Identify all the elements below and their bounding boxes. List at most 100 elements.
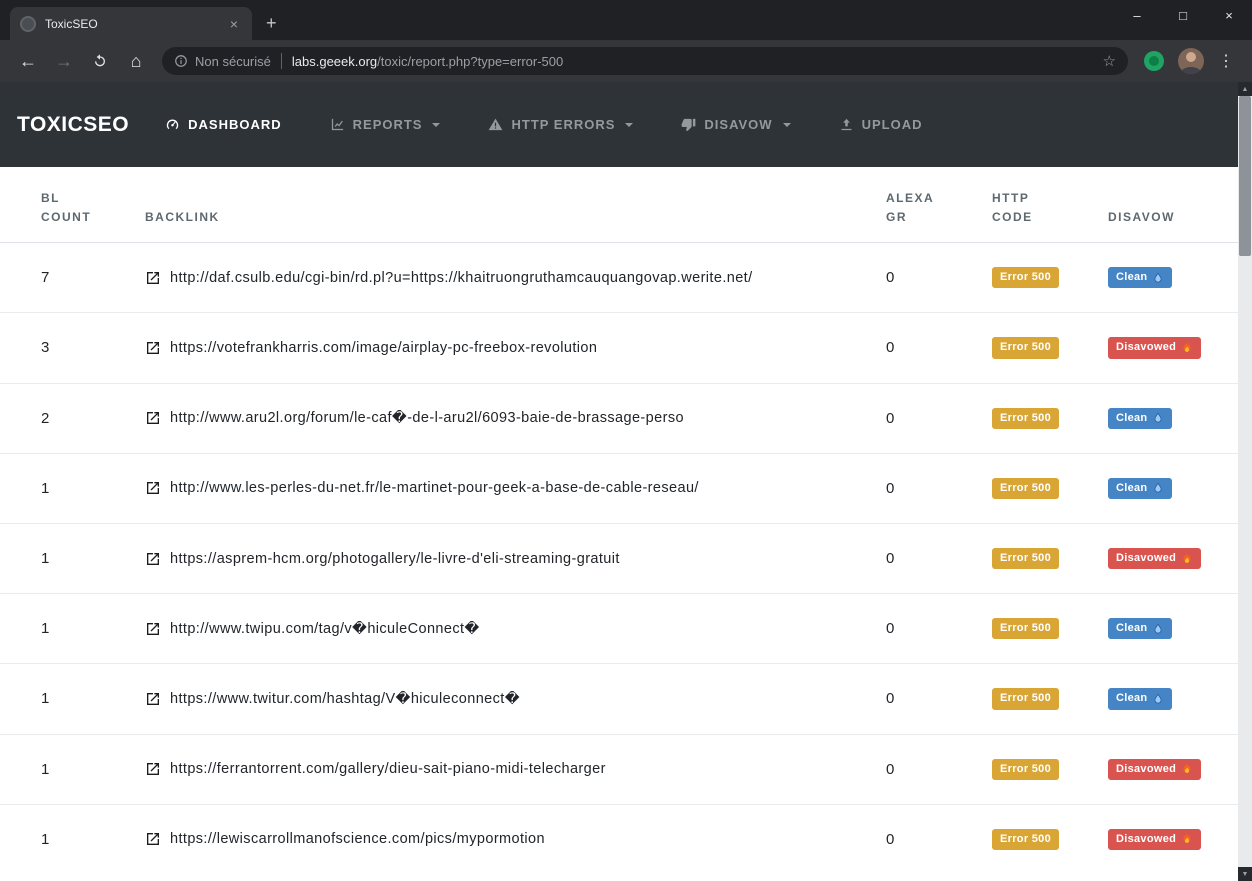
disavow-label: Clean bbox=[1116, 622, 1148, 635]
disavow-badge: Clean bbox=[1108, 267, 1173, 289]
reports-chart-icon bbox=[330, 117, 345, 132]
alexa-gr: 0 bbox=[874, 522, 980, 594]
disavow-badge: Disavowed bbox=[1108, 828, 1202, 850]
maximize-button[interactable]: □ bbox=[1160, 0, 1206, 30]
info-icon[interactable] bbox=[174, 54, 188, 68]
backlink-text: https://lewiscarrollmanofscience.com/pic… bbox=[170, 831, 545, 848]
table-row: 1 https://www.twitur.com/hashtag/V�hicul… bbox=[0, 663, 1238, 734]
disavow-badge: Disavowed bbox=[1108, 337, 1202, 359]
table-row: 1 http://www.twipu.com/tag/v�hiculeConne… bbox=[0, 593, 1238, 664]
alexa-gr: 0 bbox=[874, 663, 980, 734]
back-icon[interactable]: ← bbox=[13, 46, 43, 76]
disavow-label: Clean bbox=[1116, 692, 1148, 705]
close-button[interactable]: × bbox=[1206, 0, 1252, 30]
external-link-icon bbox=[145, 410, 161, 426]
disavow-badge: Clean bbox=[1108, 618, 1173, 640]
nav-item-disavow[interactable]: DISAVOW bbox=[681, 117, 791, 132]
flame-icon bbox=[1181, 763, 1193, 775]
nav-item-http-errors[interactable]: HTTP ERRORS bbox=[488, 117, 634, 132]
refresh-icon[interactable] bbox=[85, 46, 115, 76]
backlink-text: https://ferrantorrent.com/gallery/dieu-s… bbox=[170, 761, 606, 778]
alexa-gr: 0 bbox=[874, 733, 980, 805]
site-navbar: TOXICSEO DASHBOARD REPORTS HTTP ERRORS D… bbox=[0, 82, 1252, 167]
scroll-up-button[interactable]: ▲ bbox=[1238, 82, 1252, 96]
chevron-down-icon bbox=[782, 122, 791, 127]
nav-item-dashboard[interactable]: DASHBOARD bbox=[165, 117, 282, 132]
table-row: 1 https://asprem-hcm.org/photogallery/le… bbox=[0, 522, 1238, 594]
external-link-icon bbox=[145, 340, 161, 356]
external-link-icon bbox=[145, 551, 161, 567]
disavow-label: Disavowed bbox=[1116, 341, 1177, 354]
http-code-badge: Error 500 bbox=[992, 828, 1060, 850]
disavow-label: Disavowed bbox=[1116, 762, 1177, 775]
backlink-link[interactable]: http://www.twipu.com/tag/v�hiculeConnect… bbox=[145, 621, 862, 637]
backlink-link[interactable]: https://lewiscarrollmanofscience.com/pic… bbox=[145, 831, 862, 847]
nav-item-label: HTTP ERRORS bbox=[511, 117, 616, 132]
alexa-gr: 0 bbox=[874, 382, 980, 454]
nav-item-reports[interactable]: REPORTS bbox=[330, 117, 441, 132]
droplet-icon bbox=[1152, 693, 1164, 705]
external-link-icon bbox=[145, 480, 161, 496]
bl-count: 1 bbox=[0, 522, 133, 594]
address-divider bbox=[280, 53, 282, 69]
droplet-icon bbox=[1152, 623, 1164, 635]
bl-count: 2 bbox=[0, 382, 133, 454]
backlink-link[interactable]: https://asprem-hcm.org/photogallery/le-l… bbox=[145, 551, 862, 567]
main-nav: DASHBOARD REPORTS HTTP ERRORS DISAVOW UP… bbox=[165, 117, 922, 132]
backlink-link[interactable]: https://ferrantorrent.com/gallery/dieu-s… bbox=[145, 761, 862, 777]
external-link-icon bbox=[145, 270, 161, 286]
flame-icon bbox=[1181, 553, 1193, 565]
bl-count: 1 bbox=[0, 803, 133, 874]
upload-icon bbox=[839, 117, 854, 132]
backlink-text: http://www.twipu.com/tag/v�hiculeConnect… bbox=[170, 620, 480, 637]
warning-triangle-icon bbox=[488, 117, 503, 132]
backlink-link[interactable]: https://www.twitur.com/hashtag/V�hiculec… bbox=[145, 691, 862, 707]
alexa-gr: 0 bbox=[874, 803, 980, 874]
nav-item-upload[interactable]: UPLOAD bbox=[839, 117, 923, 132]
alexa-gr: 0 bbox=[874, 312, 980, 384]
url-path: /toxic/report.php?type=error-500 bbox=[377, 53, 564, 69]
home-icon[interactable]: ⌂ bbox=[121, 46, 151, 76]
disavow-badge: Disavowed bbox=[1108, 547, 1202, 570]
droplet-icon bbox=[1152, 272, 1164, 284]
http-code-badge: Error 500 bbox=[992, 688, 1060, 710]
http-code-badge: Error 500 bbox=[992, 407, 1060, 429]
dashboard-icon bbox=[165, 117, 180, 132]
scrollbar-thumb[interactable] bbox=[1239, 96, 1251, 256]
backlink-link[interactable]: https://votefrankharris.com/image/airpla… bbox=[145, 340, 862, 356]
scrollbar[interactable]: ▲ ▼ bbox=[1238, 82, 1252, 881]
browser-toolbar: ← → ⌂ Non sécurisé labs.geeek.org /toxic… bbox=[0, 40, 1252, 82]
minimize-button[interactable]: – bbox=[1114, 0, 1160, 30]
bl-count: 1 bbox=[0, 593, 133, 664]
column-header: DISAVOW bbox=[1096, 167, 1238, 244]
alexa-gr: 0 bbox=[886, 269, 895, 287]
bl-count: 1 bbox=[0, 452, 133, 524]
profile-avatar[interactable] bbox=[1178, 48, 1204, 74]
column-header: HTTP CODE bbox=[980, 167, 1096, 244]
browser-tab[interactable]: ToxicSEO × bbox=[10, 7, 252, 40]
extension-icon[interactable] bbox=[1144, 51, 1164, 71]
table-header-row: BL COUNT BACKLINK ALEXA GR HTTP CODE DISAVOW bbox=[0, 167, 1238, 244]
backlink-link[interactable]: http://www.les-perles-du-net.fr/le-marti… bbox=[145, 480, 862, 496]
alexa-gr: 0 bbox=[874, 593, 980, 664]
disavow-badge: Disavowed bbox=[1108, 758, 1202, 780]
bl-count: 7 bbox=[41, 269, 50, 287]
report-content: BL COUNT BACKLINK ALEXA GR HTTP CODE DISAVOW… bbox=[0, 167, 1238, 881]
scroll-down-button[interactable]: ▼ bbox=[1238, 867, 1252, 881]
chevron-down-icon bbox=[625, 122, 634, 127]
backlinks-table: BL COUNT BACKLINK ALEXA GR HTTP CODE DISAVOW… bbox=[0, 167, 1238, 874]
forward-icon[interactable]: → bbox=[49, 46, 79, 76]
backlink-text: http://www.aru2l.org/forum/le-caf�-de-l-… bbox=[170, 410, 684, 427]
browser-menu-icon[interactable]: ⋮ bbox=[1210, 51, 1242, 71]
http-code-badge: Error 500 bbox=[992, 618, 1060, 640]
backlink-link[interactable]: http://daf.csulb.edu/cgi-bin/rd.pl?u=htt… bbox=[145, 270, 862, 286]
droplet-icon bbox=[1152, 412, 1164, 424]
brand-logo[interactable]: TOXICSEO bbox=[17, 113, 129, 137]
droplet-icon bbox=[1152, 482, 1164, 494]
address-bar[interactable]: Non sécurisé labs.geeek.org /toxic/repor… bbox=[162, 47, 1128, 75]
backlink-text: https://asprem-hcm.org/photogallery/le-l… bbox=[170, 550, 620, 567]
tab-close-icon[interactable]: × bbox=[226, 16, 242, 32]
bookmark-star-icon[interactable]: ☆ bbox=[1103, 52, 1116, 70]
backlink-link[interactable]: http://www.aru2l.org/forum/le-caf�-de-l-… bbox=[145, 410, 862, 426]
new-tab-button[interactable]: + bbox=[266, 13, 277, 34]
